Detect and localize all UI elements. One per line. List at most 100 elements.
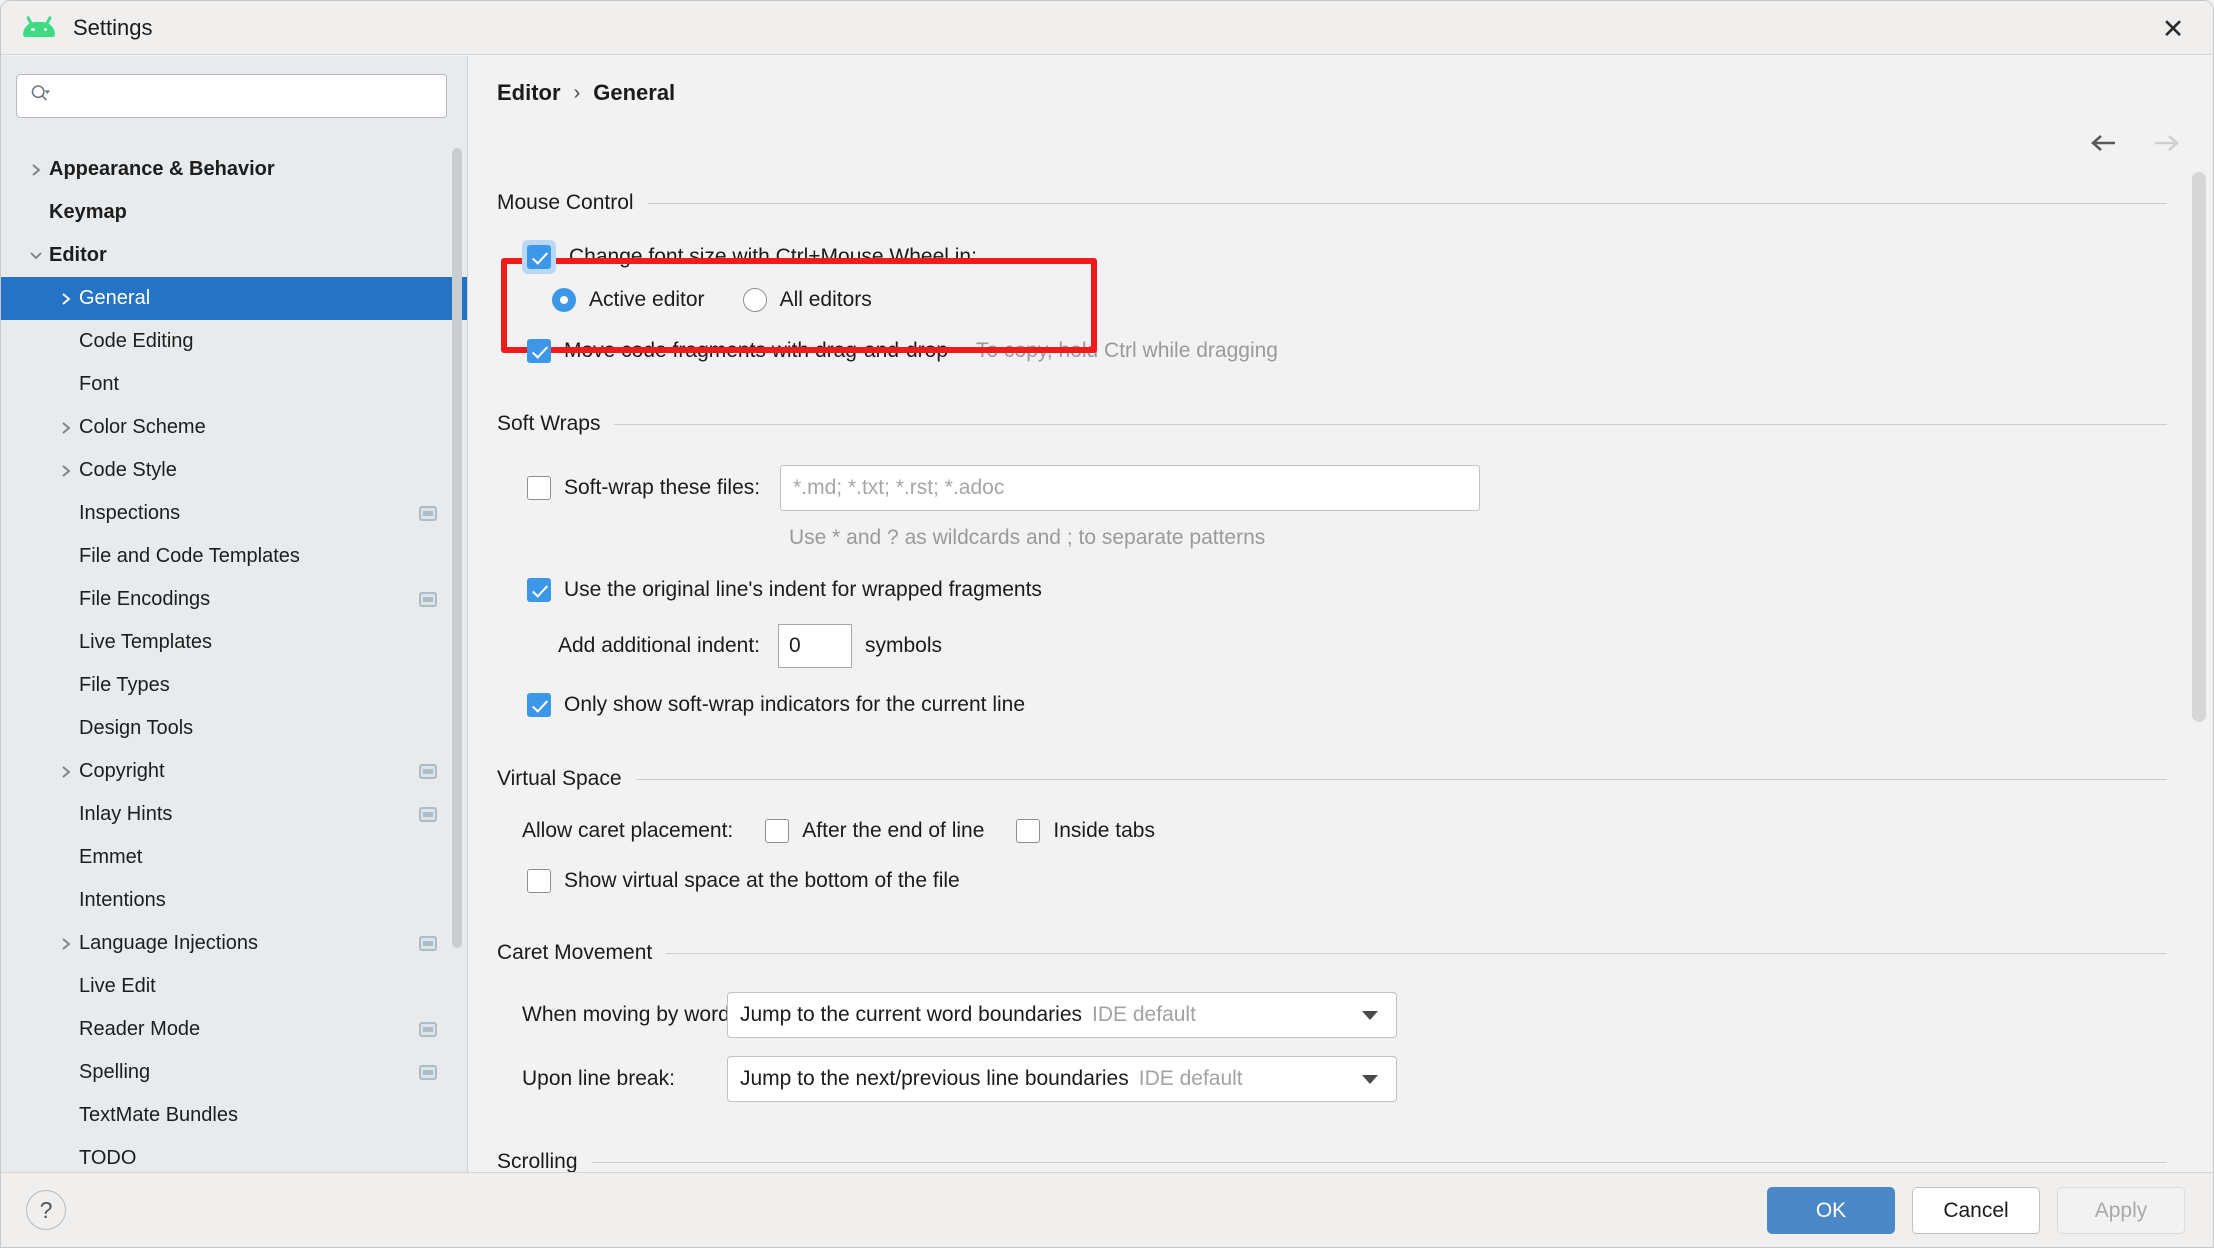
mouse-control-section-header: Mouse Control [497, 191, 2167, 215]
show-virtual-space-label: Show virtual space at the bottom of the … [564, 869, 960, 892]
sidebar-item-label: Emmet [79, 846, 143, 868]
radio-active-editor[interactable] [552, 288, 576, 312]
chevron-down-icon [1362, 1074, 1378, 1084]
drag-and-drop-hint: To copy, hold Ctrl while dragging [976, 339, 1278, 362]
sidebar-item-label: Reader Mode [79, 1018, 201, 1040]
soft-wrap-files-label: Soft-wrap these files: [564, 476, 761, 499]
sidebar-item-font[interactable]: Font [1, 363, 467, 406]
virtual-space-section-header: Virtual Space [497, 767, 2167, 791]
soft-wraps-title: Soft Wraps [497, 412, 601, 435]
sidebar-item-color-scheme[interactable]: Color Scheme [1, 406, 467, 449]
additional-indent-label: Add additional indent: [558, 634, 760, 657]
sidebar-item-code-style[interactable]: Code Style [1, 449, 467, 492]
sidebar-item-code-editing[interactable]: Code Editing [1, 320, 467, 363]
sidebar-item-label: Live Templates [79, 631, 213, 653]
forward-arrow-icon [2151, 132, 2181, 159]
scrolling-section-header: Scrolling [497, 1150, 2167, 1172]
close-icon[interactable]: ✕ [2155, 11, 2191, 47]
sidebar-item-label: Code Editing [79, 330, 194, 352]
after-end-of-line-checkbox[interactable] [765, 819, 790, 843]
sidebar-item-todo[interactable]: TODO [1, 1137, 467, 1172]
sidebar-item-design-tools[interactable]: Design Tools [1, 707, 467, 750]
upon-line-break-dropdown[interactable]: Jump to the next/previous line boundarie… [727, 1056, 1397, 1102]
chevron-down-icon [1362, 1010, 1378, 1020]
sidebar-item-editor[interactable]: Editor [1, 234, 467, 277]
sidebar-item-general[interactable]: General [1, 277, 467, 320]
dialog-footer: ? OK Cancel Apply [1, 1172, 2213, 1247]
sidebar-item-keymap[interactable]: Keymap [1, 191, 467, 234]
breadcrumb-separator: › [573, 81, 581, 104]
sidebar-item-textmate-bundles[interactable]: TextMate Bundles [1, 1094, 467, 1137]
sidebar-item-spelling[interactable]: Spelling [1, 1051, 467, 1094]
sidebar-item-label: Inlay Hints [79, 803, 173, 825]
soft-wrap-files-checkbox[interactable] [527, 476, 551, 500]
sidebar-item-live-templates[interactable]: Live Templates [1, 621, 467, 664]
sidebar-item-live-edit[interactable]: Live Edit [1, 965, 467, 1008]
chevron-right-icon[interactable] [53, 291, 79, 307]
sidebar-item-inspections[interactable]: Inspections [1, 492, 467, 535]
breadcrumb-current: General [593, 80, 676, 105]
chevron-right-icon[interactable] [53, 420, 79, 436]
help-icon[interactable]: ? [26, 1190, 66, 1230]
breadcrumb-parent[interactable]: Editor [497, 80, 561, 106]
project-scope-badge-icon [419, 936, 437, 951]
settings-tree: Appearance & Behavior Keymap Editor General… [1, 144, 467, 1172]
drag-and-drop-checkbox[interactable] [527, 339, 551, 363]
moving-by-words-label: When moving by words: [522, 1003, 747, 1026]
upon-line-break-value: Jump to the next/previous line boundarie… [740, 1067, 1129, 1090]
ok-button[interactable]: OK [1767, 1187, 1895, 1234]
inside-tabs-checkbox[interactable] [1016, 819, 1041, 843]
search-box[interactable] [16, 74, 447, 118]
caret-placement-row: Allow caret placement: After the end of … [522, 819, 2213, 843]
project-scope-badge-icon [419, 592, 437, 607]
chevron-right-icon[interactable] [53, 936, 79, 952]
search-input[interactable] [57, 85, 434, 107]
sidebar-item-intentions[interactable]: Intentions [1, 879, 467, 922]
window-title: Settings [73, 14, 153, 40]
chevron-right-icon[interactable] [53, 463, 79, 479]
sidebar-item-label: File Types [79, 674, 170, 696]
original-indent-checkbox[interactable] [527, 578, 551, 602]
caret-movement-title: Caret Movement [497, 941, 653, 964]
drag-and-drop-row: Move code fragments with drag-and-drop T… [527, 339, 2213, 363]
settings-dialog: Settings ✕ Appearance & Behavior Keymap Ed… [0, 0, 2214, 1248]
show-virtual-space-checkbox[interactable] [527, 869, 551, 893]
additional-indent-input[interactable]: 0 [778, 624, 852, 668]
section-divider [647, 202, 2167, 204]
additional-indent-row: Add additional indent: 0 symbols [558, 624, 2213, 668]
sidebar-item-emmet[interactable]: Emmet [1, 836, 467, 879]
search-container [1, 56, 467, 126]
sidebar-item-file-encodings[interactable]: File Encodings [1, 578, 467, 621]
soft-wrap-files-row: Soft-wrap these files: *.md; *.txt; *.rs… [527, 465, 2213, 511]
softwrap-indicators-checkbox[interactable] [527, 693, 551, 717]
sidebar-item-appearance-behavior[interactable]: Appearance & Behavior [1, 148, 467, 191]
sidebar-item-label: TextMate Bundles [79, 1104, 238, 1126]
drag-and-drop-label: Move code fragments with drag-and-drop [564, 339, 949, 362]
back-arrow-icon[interactable] [2089, 132, 2119, 159]
sidebar-item-copyright[interactable]: Copyright [1, 750, 467, 793]
sidebar-item-label: Code Style [79, 459, 177, 481]
cancel-button[interactable]: Cancel [1912, 1187, 2040, 1234]
soft-wrap-files-input[interactable]: *.md; *.txt; *.rst; *.adoc [780, 465, 1481, 511]
apply-button: Apply [2057, 1187, 2185, 1234]
sidebar-item-label: Language Injections [79, 932, 259, 954]
sidebar-item-file-types[interactable]: File Types [1, 664, 467, 707]
section-divider [666, 952, 2167, 954]
sidebar-item-file-and-code-templates[interactable]: File and Code Templates [1, 535, 467, 578]
softwrap-indicators-row: Only show soft-wrap indicators for the c… [527, 693, 2213, 717]
radio-all-editors[interactable] [742, 288, 767, 312]
moving-by-words-suffix: IDE default [1092, 1003, 1196, 1026]
sidebar-item-reader-mode[interactable]: Reader Mode [1, 1008, 467, 1051]
chevron-right-icon[interactable] [23, 162, 49, 178]
project-scope-badge-icon [419, 506, 437, 521]
moving-by-words-dropdown[interactable]: Jump to the current word boundaries IDE … [727, 992, 1397, 1038]
chevron-down-icon[interactable] [23, 249, 49, 262]
change-font-size-checkbox[interactable] [527, 245, 551, 269]
radio-all-editors-label: All editors [779, 288, 872, 311]
sidebar-item-label: Appearance & Behavior [49, 158, 275, 180]
original-indent-label: Use the original line's indent for wrapp… [564, 578, 1042, 601]
sidebar-item-inlay-hints[interactable]: Inlay Hints [1, 793, 467, 836]
chevron-right-icon[interactable] [53, 764, 79, 780]
sidebar-item-language-injections[interactable]: Language Injections [1, 922, 467, 965]
sidebar-scrollbar[interactable] [452, 148, 462, 948]
